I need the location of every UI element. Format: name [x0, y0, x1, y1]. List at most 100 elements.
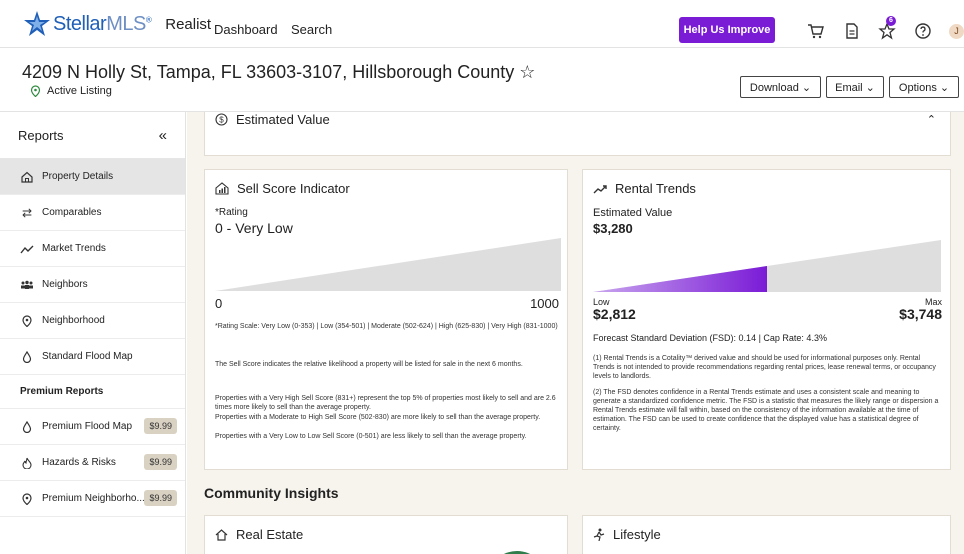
very-low-note: Properties with a Very Low to Low Sell S… [215, 433, 527, 440]
gauge-track [215, 238, 561, 291]
real-estate-title: Real Estate [236, 527, 304, 542]
dollar-circle-icon: $ [215, 113, 228, 126]
sidebar-item-comparables[interactable]: ⇄ Comparables [0, 195, 185, 231]
property-address: 4209 N Holly St, Tampa, FL 33603-3107, H… [22, 62, 536, 82]
score-min: 0 [215, 296, 223, 311]
sidebar-item-neighborhood[interactable]: Neighborhood [0, 303, 185, 339]
download-dropdown[interactable]: Download ⌄ [740, 76, 821, 98]
help-icon[interactable] [914, 22, 932, 40]
price-badge: $9.99 [144, 454, 177, 470]
logo-reg: ® [145, 14, 152, 24]
sidebar-title: Reports [18, 127, 64, 143]
price-badge: $9.99 [144, 490, 177, 506]
nav-search[interactable]: Search [291, 22, 332, 37]
sidebar-item-label: Property Details [42, 171, 114, 182]
email-dropdown[interactable]: Email ⌄ [826, 76, 884, 98]
sell-score-gauge [215, 238, 561, 291]
home-icon [21, 171, 33, 183]
rental-low-value: $2,812 [593, 306, 636, 322]
nav-dashboard[interactable]: Dashboard [214, 22, 278, 37]
drop-icon [22, 350, 32, 363]
premium-reports-heading: Premium Reports [0, 375, 185, 409]
price-badge: $9.99 [144, 418, 177, 434]
collapse-chevron-up-icon[interactable]: ⌃ [927, 113, 936, 126]
lifestyle-card: Lifestyle [582, 515, 951, 554]
sidebar-item-market-trends[interactable]: Market Trends [0, 231, 185, 267]
rental-estimate-fill [593, 266, 767, 292]
main-content: $ Estimated Value ⌃ Sell Score Indicator… [187, 112, 964, 554]
fsd-cap-rate: Forecast Standard Deviation (FSD): 0.14 … [593, 333, 827, 343]
score-max: 1000 [530, 296, 559, 311]
realist-label: Realist [165, 15, 212, 33]
sidebar-item-neighbors[interactable]: Neighbors [0, 267, 185, 303]
rental-trends-header: Rental Trends [593, 181, 696, 196]
rating-label: *Rating [215, 207, 248, 218]
logo-mls: MLS [106, 12, 146, 35]
favorites-count-badge: 6 [886, 16, 896, 26]
rental-range-gauge [593, 240, 941, 292]
options-dropdown[interactable]: Options ⌄ [889, 76, 959, 98]
sidebar-item-standard-flood-map[interactable]: Standard Flood Map [0, 339, 185, 375]
real-estate-header: Real Estate [215, 527, 303, 542]
rental-note-1: (1) Rental Trends is a Cotality™ derived… [593, 355, 936, 380]
lifestyle-header: Lifestyle [593, 527, 661, 542]
sidebar-item-label: Hazards & Risks [42, 457, 116, 468]
sidebar-item-premium-neighborhood[interactable]: Premium Neighborho... $9.99 [0, 481, 185, 517]
rating-scale-note: *Rating Scale: Very Low (0-353) | Low (3… [215, 323, 558, 330]
sidebar-item-label: Standard Flood Map [42, 351, 133, 362]
location-pin-icon [30, 85, 41, 97]
community-insights-title: Community Insights [204, 485, 339, 501]
very-high-note: Properties with a Very High Sell Score (… [215, 395, 556, 411]
people-icon [21, 280, 33, 289]
collapse-sidebar-button[interactable]: « [159, 127, 167, 144]
rental-note-2: (2) The FSD denotes confidence in a Rent… [593, 389, 939, 432]
svg-text:$: $ [219, 116, 224, 125]
house-icon [215, 528, 228, 541]
sidebar-item-label: Neighborhood [42, 315, 105, 326]
sidebar-item-label: Market Trends [42, 243, 106, 254]
logo-star-icon [24, 11, 50, 36]
fire-icon [22, 457, 32, 469]
rental-trends-title: Rental Trends [615, 181, 696, 196]
sidebar-header: Reports « [0, 112, 185, 159]
swap-icon: ⇄ [21, 205, 33, 220]
rental-max-value: $3,748 [899, 306, 942, 322]
sell-score-title: Sell Score Indicator [237, 181, 350, 196]
reports-sidebar: Reports « Property Details ⇄ Comparables… [0, 112, 186, 554]
location-icon [22, 492, 32, 505]
lifestyle-title: Lifestyle [613, 527, 661, 542]
help-us-improve-button[interactable]: Help Us Improve [679, 17, 775, 43]
user-avatar[interactable]: J [949, 24, 964, 39]
estimated-value-title: Estimated Value [236, 112, 330, 127]
cart-icon[interactable] [806, 22, 824, 40]
house-chart-icon [215, 182, 229, 195]
moderate-high-note: Properties with a Moderate to High Sell … [215, 414, 541, 421]
sidebar-item-label: Premium Flood Map [42, 421, 133, 432]
runner-icon [593, 528, 605, 541]
sidebar-item-label: Comparables [42, 207, 102, 218]
sell-score-description: The Sell Score indicates the relative li… [215, 361, 523, 368]
stellar-mls-logo[interactable]: StellarMLS® Realist [23, 10, 211, 38]
trend-icon [20, 245, 34, 253]
sell-score-header: Sell Score Indicator [215, 181, 350, 196]
rental-trends-card: Rental Trends Estimated Value $3,280 Low… [582, 169, 951, 470]
trend-up-icon [593, 184, 607, 193]
top-nav: StellarMLS® Realist Dashboard Search Hel… [0, 0, 964, 48]
rating-value: 0 - Very Low [215, 220, 293, 236]
rental-estimate-value: $3,280 [593, 221, 633, 236]
estimated-value-header[interactable]: $ Estimated Value [215, 112, 330, 127]
listing-status: Active Listing [30, 85, 112, 97]
location-icon [22, 314, 32, 327]
sidebar-item-property-details[interactable]: Property Details [0, 159, 185, 195]
sidebar-item-premium-flood-map[interactable]: Premium Flood Map $9.99 [0, 409, 185, 445]
sidebar-item-hazards-risks[interactable]: Hazards & Risks $9.99 [0, 445, 185, 481]
listing-status-text: Active Listing [47, 85, 112, 97]
drop-icon [22, 420, 32, 433]
rental-estimate-label: Estimated Value [593, 207, 673, 219]
estimated-value-card: $ Estimated Value ⌃ [204, 112, 951, 156]
sidebar-item-label: Premium Neighborho... [42, 493, 145, 504]
sell-score-card: Sell Score Indicator *Rating 0 - Very Lo… [204, 169, 568, 470]
document-icon[interactable] [843, 22, 861, 40]
logo-stellar: Stellar [53, 12, 107, 35]
real-estate-card: Real Estate [204, 515, 568, 554]
